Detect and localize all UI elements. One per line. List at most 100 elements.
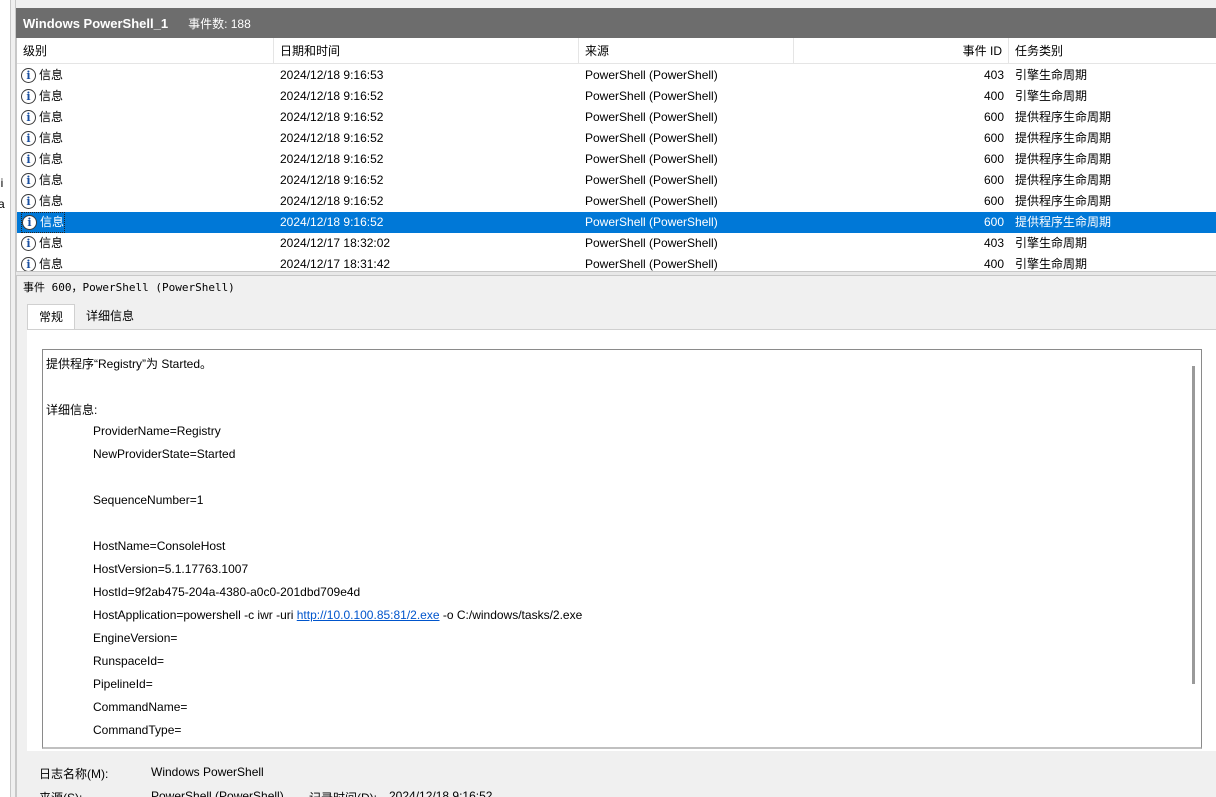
info-icon: i [21,236,36,251]
level-text: 信息 [40,215,65,229]
column-header-task[interactable]: 任务类别 [1009,38,1216,64]
source-cell: PowerShell (PowerShell) [585,131,718,145]
column-header-source[interactable]: 来源 [579,38,794,64]
table-row[interactable]: i 信息 2024/12/17 18:31:42 PowerShell (PowerS… [17,254,1216,271]
level-cell: i 信息 [21,86,63,107]
message-line: HostName=ConsoleHost [93,539,226,553]
table-row[interactable]: i 信息 2024/12/18 9:16:52 PowerShell (PowerSh… [17,128,1216,149]
level-cell: i 信息 [21,170,63,191]
column-header-level[interactable]: 级别 [17,38,274,64]
host-app-prefix: HostApplication=powershell -c iwr -uri [93,608,297,622]
nav-fragment: ra [0,197,5,211]
event-count: 事件数: 188 [188,16,251,31]
message-line: HostId=9f2ab475-204a-4380-a0c0-201dbd709… [93,585,361,599]
source-cell: PowerShell (PowerShell) [585,215,718,229]
event-id-cell: 400 [983,257,1004,271]
source-cell: PowerShell (PowerShell) [585,257,718,271]
tab-details[interactable]: 详细信息 [75,304,145,330]
task-cell: 提供程序生命周期 [1015,173,1112,187]
table-row[interactable]: i 信息 2024/12/18 9:16:52 PowerShell (PowerSh… [17,212,1216,233]
column-header-datetime[interactable]: 日期和时间 [274,38,579,64]
source-cell: PowerShell (PowerShell) [585,110,718,124]
table-row[interactable]: i 信息 2024/12/17 18:32:02 PowerShell (PowerS… [17,233,1216,254]
datetime-cell: 2024/12/18 9:16:52 [280,110,384,124]
datetime-cell: 2024/12/18 9:16:52 [280,152,384,166]
logged-value[interactable]: 2024/12/18 9:16:52 [389,789,492,797]
datetime-cell: 2024/12/17 18:31:42 [280,257,391,271]
source-cell: PowerShell (PowerShell) [585,152,718,166]
event-id-cell: 600 [983,215,1004,229]
detail-tabs: 常规 详细信息 [27,304,145,330]
event-id-cell: 600 [983,110,1004,124]
event-id-cell: 600 [983,194,1004,208]
table-row[interactable]: i 信息 2024/12/18 9:16:52 PowerShell (PowerSh… [17,149,1216,170]
datetime-cell: 2024/12/18 9:16:52 [280,131,384,145]
table-row[interactable]: i 信息 2024/12/18 9:16:53 PowerShell (PowerSh… [17,65,1216,86]
datetime-cell: 2024/12/18 9:16:52 [280,194,384,208]
message-line: CommandName= [93,700,188,714]
info-icon: i [21,89,36,104]
table-row[interactable]: i 信息 2024/12/18 9:16:52 PowerShell (PowerSh… [17,170,1216,191]
datetime-cell: 2024/12/18 9:16:52 [280,215,384,229]
message-line: ProviderName=Registry [93,424,221,438]
log-name-value[interactable]: Windows PowerShell [151,765,264,779]
column-header-event-id[interactable]: 事件 ID [794,38,1009,64]
message-line: 详细信息: [46,403,98,417]
source-value[interactable]: PowerShell (PowerShell) [151,789,284,797]
level-text: 信息 [39,173,64,187]
log-header: Windows PowerShell_1 事件数: 188 [16,8,1216,38]
log-name-label: 日志名称(M): [39,767,109,781]
event-id-cell: 600 [983,152,1004,166]
level-cell: i 信息 [21,233,63,254]
task-cell: 引擎生命周期 [1015,257,1088,271]
task-cell: 引擎生命周期 [1015,89,1088,103]
event-id-cell: 403 [983,68,1004,82]
level-text: 信息 [39,68,64,82]
info-icon: i [21,173,36,188]
level-text: 信息 [39,152,64,166]
message-line: EngineVersion= [93,631,178,645]
message-line: PipelineId= [93,677,153,691]
task-cell: 引擎生命周期 [1015,68,1088,82]
message-line: HostVersion=5.1.17763.1007 [93,562,249,576]
message-line: 提供程序“Registry”为 Started。 [46,357,213,371]
message-line: NewProviderState=Started [93,447,236,461]
info-icon: i [21,152,36,167]
navigation-pane: ni ra [0,0,11,797]
event-id-cell: 600 [983,173,1004,187]
table-row[interactable]: i 信息 2024/12/18 9:16:52 PowerShell (PowerSh… [17,86,1216,107]
info-icon: i [21,110,36,125]
info-icon: i [21,257,36,271]
datetime-cell: 2024/12/17 18:32:02 [280,236,391,250]
level-text: 信息 [39,194,64,208]
message-line: CommandType= [93,723,182,737]
level-text: 信息 [39,110,64,124]
message-line: SequenceNumber=1 [93,493,204,507]
info-icon: i [21,194,36,209]
datetime-cell: 2024/12/18 9:16:52 [280,89,384,103]
source-label: 来源(S): [39,789,82,797]
info-icon: i [22,215,37,230]
nav-fragment: ni [0,176,4,190]
task-cell: 提供程序生命周期 [1015,152,1112,166]
column-header-row: 级别 日期和时间 来源 事件 ID 任务类别 [17,38,1216,64]
event-id-cell: 400 [983,89,1004,103]
table-row[interactable]: i 信息 2024/12/18 9:16:52 PowerShell (PowerSh… [17,107,1216,128]
log-title: Windows PowerShell_1 [23,15,169,31]
host-app-suffix: -o C:/windows/tasks/2.exe [439,608,583,622]
level-text: 信息 [39,257,64,271]
general-tab-page: 提供程序“Registry”为 Started。 详细信息: ProviderN… [27,329,1216,751]
download-link[interactable]: http://10.0.100.85:81/2.exe [297,608,440,622]
datetime-cell: 2024/12/18 9:16:52 [280,173,384,187]
event-list: 级别 日期和时间 来源 事件 ID 任务类别 i 信息 2024/12/18 9:1… [16,38,1216,271]
task-cell: 提供程序生命周期 [1015,215,1112,229]
level-text: 信息 [39,236,64,250]
task-cell: 提供程序生命周期 [1015,110,1112,124]
task-cell: 引擎生命周期 [1015,236,1088,250]
table-row[interactable]: i 信息 2024/12/18 9:16:52 PowerShell (PowerSh… [17,191,1216,212]
datetime-cell: 2024/12/18 9:16:53 [280,68,384,82]
event-message-box[interactable]: 提供程序“Registry”为 Started。 详细信息: ProviderN… [42,349,1202,749]
task-cell: 提供程序生命周期 [1015,131,1112,145]
message-scrollbar[interactable] [1192,366,1195,684]
tab-general[interactable]: 常规 [27,304,76,330]
